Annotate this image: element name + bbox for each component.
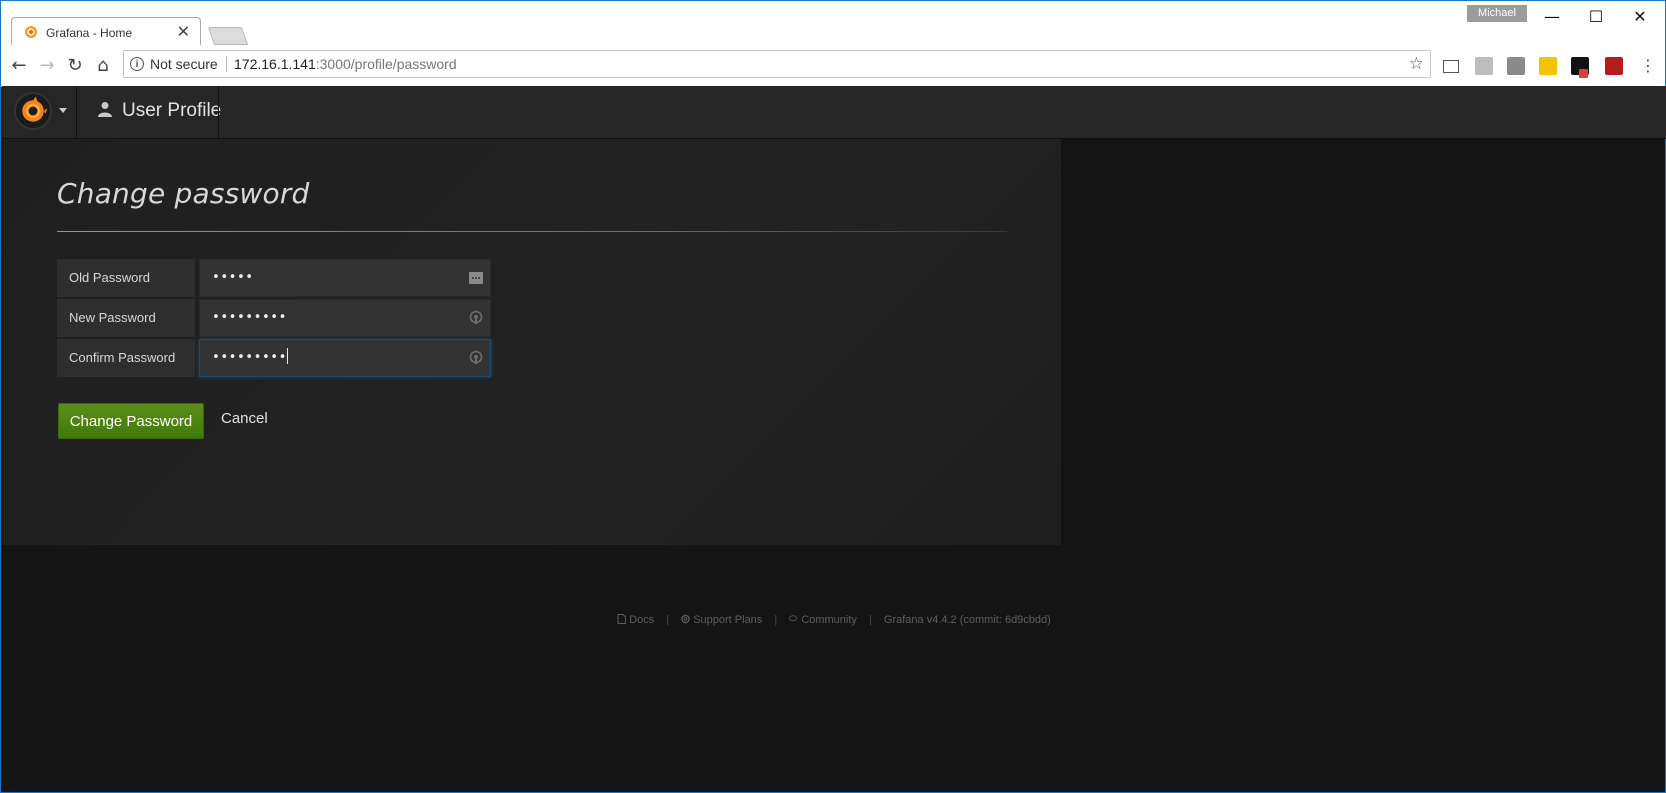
tab-title: Grafana - Home <box>46 26 133 40</box>
old-password-value: ••••• <box>212 270 254 285</box>
cancel-link[interactable]: Cancel <box>221 410 268 427</box>
heading-divider <box>57 231 1007 232</box>
url-path: :3000/profile/password <box>315 56 457 72</box>
key-icon[interactable] <box>468 350 484 366</box>
info-icon[interactable]: i <box>130 57 144 71</box>
footer-separator: | <box>868 614 872 626</box>
new-password-row: New Password ••••••••• <box>57 299 491 337</box>
bookmark-star-icon[interactable]: ☆ <box>1409 54 1424 74</box>
footer-support-label: Support Plans <box>693 614 763 626</box>
page-title: User Profile <box>122 100 222 121</box>
footer-support-link[interactable]: Support Plans <box>681 614 762 626</box>
key-icon[interactable] <box>468 310 484 326</box>
footer-separator: | <box>666 614 670 626</box>
chevron-down-icon[interactable] <box>59 108 67 113</box>
cast-extension-icon[interactable] <box>1443 60 1459 73</box>
browser-toolbar: ← → ↻ ⌂ i Not secure 172.16.1.141:3000/p… <box>1 45 1665 87</box>
browser-tab[interactable]: Grafana - Home ✕ <box>11 17 201 45</box>
url-host: 172.16.1.141 <box>234 56 316 72</box>
nav-divider <box>218 86 219 138</box>
grafana-favicon-icon <box>25 26 37 38</box>
new-password-value: ••••••••• <box>212 310 287 325</box>
confirm-password-value: ••••••••• <box>212 350 287 365</box>
extension-k-icon[interactable] <box>1475 57 1493 75</box>
footer-separator: | <box>774 614 778 626</box>
comments-icon <box>789 615 798 622</box>
browser-window: Grafana - Home ✕ Michael — ☐ ✕ ← → ↻ ⌂ i… <box>0 0 1666 793</box>
profile-badge[interactable]: Michael <box>1467 5 1527 22</box>
footer-docs-label: Docs <box>629 614 655 626</box>
url-text: 172.16.1.141:3000/profile/password <box>234 56 457 72</box>
forward-arrow-icon[interactable]: → <box>36 55 58 77</box>
address-bar[interactable]: i Not secure 172.16.1.141:3000/profile/p… <box>123 50 1431 78</box>
window-minimize-button[interactable]: — <box>1537 7 1567 27</box>
confirm-password-label: Confirm Password <box>57 339 195 377</box>
adobe-pdf-extension-icon[interactable] <box>1605 57 1623 75</box>
new-tab-button[interactable] <box>207 27 249 45</box>
footer-community-label: Community <box>801 614 857 626</box>
old-password-row: Old Password ••••• <box>57 259 491 297</box>
new-password-label: New Password <box>57 299 195 337</box>
page-breadcrumb: User Profile <box>98 100 221 122</box>
window-close-button[interactable]: ✕ <box>1625 7 1655 27</box>
amazon-badge-icon <box>1579 69 1588 78</box>
address-separator <box>226 56 227 72</box>
security-label: Not secure <box>150 56 218 72</box>
grafana-topnav: User Profile <box>2 86 1666 139</box>
footer-community-link[interactable]: Community <box>789 614 857 626</box>
support-icon <box>681 614 690 624</box>
document-icon <box>617 614 627 624</box>
footer: Docs | Support Plans | Community | Grafa… <box>1 614 1666 626</box>
new-password-input[interactable]: ••••••••• <box>199 299 491 337</box>
confirm-password-input[interactable]: ••••••••• <box>199 339 491 377</box>
footer-docs-link[interactable]: Docs <box>617 614 654 626</box>
extension-notes-icon[interactable] <box>1539 57 1557 75</box>
confirm-password-row: Confirm Password ••••••••• <box>57 339 491 377</box>
nav-divider <box>76 86 77 138</box>
home-icon[interactable]: ⌂ <box>92 55 114 77</box>
browser-menu-icon[interactable]: ⋮ <box>1637 55 1659 77</box>
reload-icon[interactable]: ↻ <box>64 55 86 77</box>
tab-close-icon[interactable]: ✕ <box>177 22 190 42</box>
old-password-label: Old Password <box>57 259 195 297</box>
change-password-button[interactable]: Change Password <box>58 403 204 439</box>
grafana-logo-menu[interactable] <box>14 92 56 132</box>
window-maximize-button[interactable]: ☐ <box>1581 7 1611 27</box>
grafana-logo-icon <box>14 92 52 130</box>
user-icon <box>98 102 112 117</box>
password-manager-icon[interactable] <box>468 270 484 286</box>
page-heading: Change password <box>57 177 310 210</box>
footer-version: Grafana v4.4.2 (commit: 6d9cbdd) <box>883 614 1051 626</box>
extension-shield-icon[interactable] <box>1507 57 1525 75</box>
browser-titlebar: Grafana - Home ✕ Michael — ☐ ✕ <box>1 1 1665 45</box>
old-password-input[interactable]: ••••• <box>199 259 491 297</box>
back-arrow-icon[interactable]: ← <box>8 55 30 77</box>
text-cursor <box>286 348 288 364</box>
